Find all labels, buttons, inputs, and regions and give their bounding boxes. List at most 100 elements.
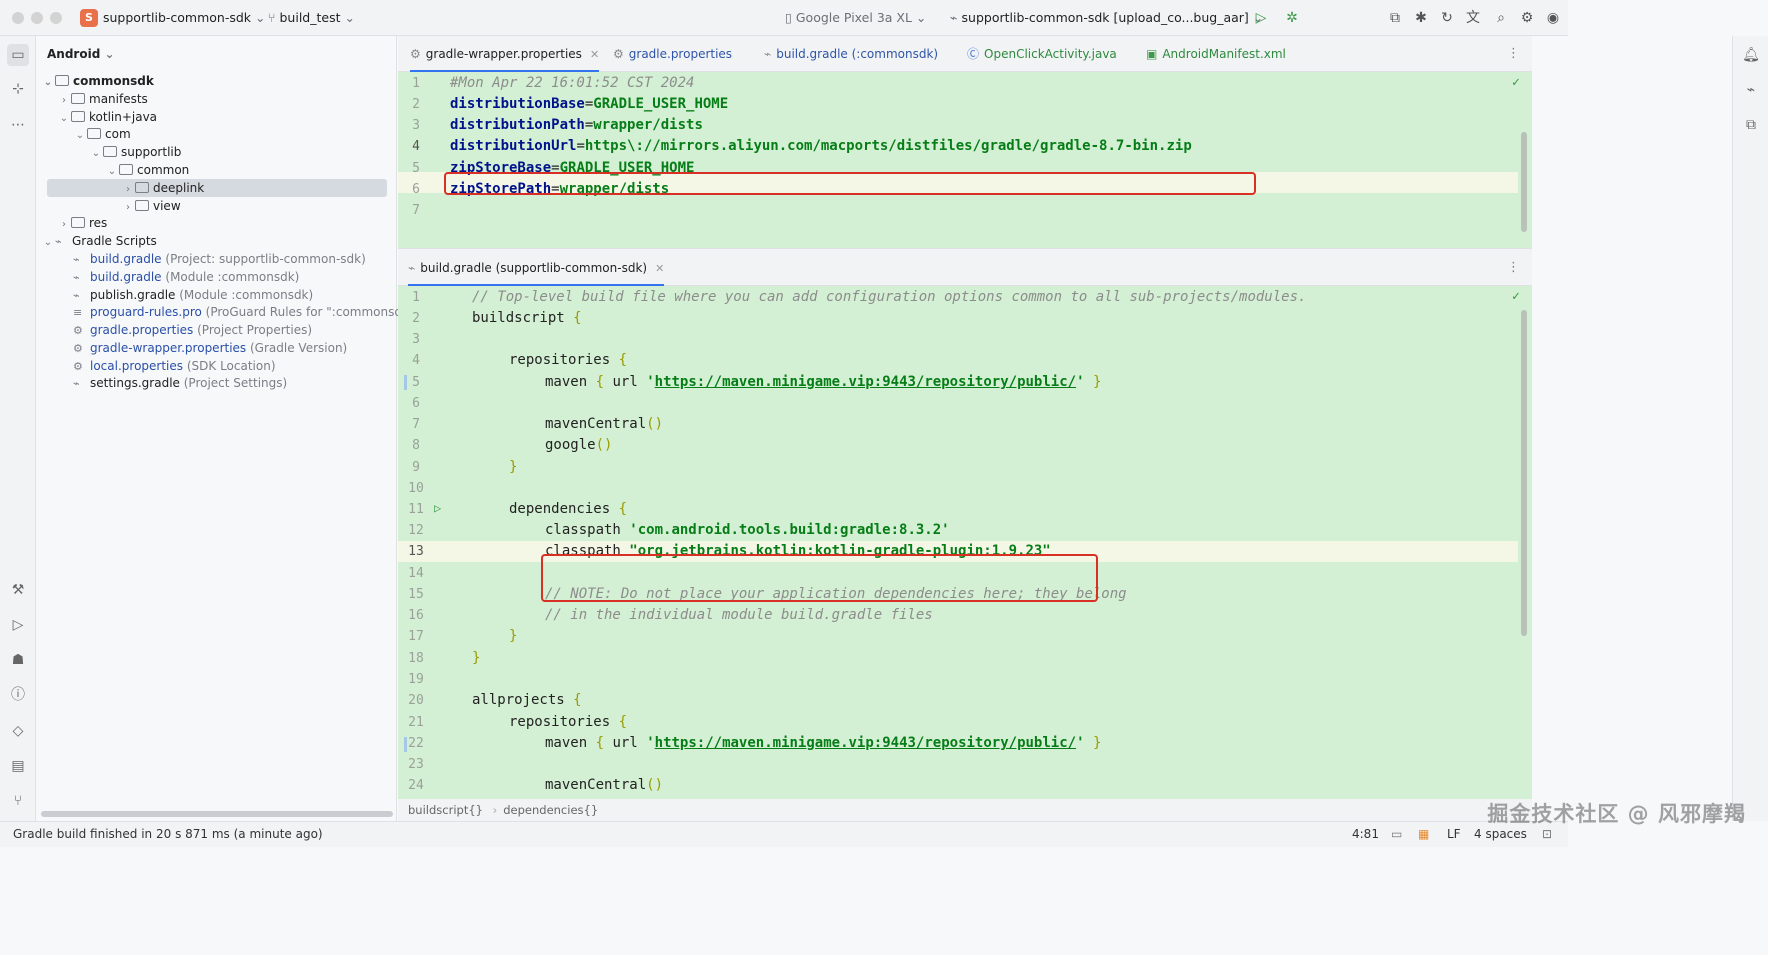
minimize-window-button[interactable]: [31, 12, 43, 24]
bug-icon[interactable]: ✱: [1412, 9, 1430, 27]
status-bar: Gradle build finished in 20 s 871 ms (a …: [0, 821, 1568, 847]
tree-label: build.gradle: [90, 270, 162, 284]
tab-gradle-wrapper-properties[interactable]: ⚙ gradle-wrapper.properties ✕: [410, 36, 600, 72]
sync-gradle-icon[interactable]: ↻: [1438, 9, 1456, 27]
tree-item-settings-gradle[interactable]: ⌁ settings.gradle (Project Settings): [73, 374, 287, 392]
line-number: 10: [408, 481, 424, 496]
breadcrumb-item[interactable]: buildscript{}: [408, 803, 483, 817]
tab-label: gradle.properties: [628, 47, 733, 61]
notifications-icon[interactable]: 🔔︎: [1740, 44, 1762, 66]
tree-item-kotlin-java[interactable]: ⌄ kotlin+java: [57, 108, 157, 126]
breadcrumb-item[interactable]: dependencies{}: [503, 803, 598, 817]
code-line: buildscript {: [472, 310, 582, 326]
gear-icon[interactable]: ⚙: [1518, 9, 1536, 27]
tree-item-supportlib[interactable]: ⌄ supportlib: [89, 143, 182, 161]
vertical-scrollbar[interactable]: [1521, 310, 1527, 636]
tab-androidmanifest[interactable]: ▣ AndroidManifest.xml: [1146, 36, 1286, 72]
text-file-icon: ≡: [73, 306, 83, 319]
tab-gradle-properties[interactable]: ⚙ gradle.properties: [613, 36, 732, 72]
tree-item-deeplink[interactable]: › deeplink: [121, 179, 204, 197]
code-line: // in the individual module build.gradle…: [398, 605, 1518, 626]
structure-icon[interactable]: ⊹: [7, 78, 29, 100]
module-folder-icon: [55, 75, 69, 86]
project-view-selector[interactable]: Android ⌄: [47, 47, 115, 61]
property-value: https\://mirrors.aliyun.com/macports/dis…: [584, 138, 1192, 154]
tab-openclickactivity[interactable]: Ⓒ OpenClickActivity.java: [967, 36, 1117, 72]
logcat-icon[interactable]: ☗: [7, 649, 29, 671]
tree-label: view: [153, 199, 181, 213]
device-explorer-icon[interactable]: ⧉: [1740, 114, 1762, 136]
tree-label: commonsdk: [73, 74, 154, 88]
run-panel-icon[interactable]: ▷: [7, 614, 29, 636]
tab-label: OpenClickActivity.java: [984, 47, 1117, 61]
close-window-button[interactable]: [12, 12, 24, 24]
tree-item-common[interactable]: ⌄ common: [105, 161, 189, 179]
project-switcher[interactable]: supportlib-common-sdk ⌄: [103, 10, 266, 25]
build-hammer-icon[interactable]: ⚒: [7, 579, 29, 601]
tree-item-gradle-properties[interactable]: ⚙ gradle.properties (Project Properties): [73, 321, 312, 339]
lock-icon[interactable]: ⊡: [1542, 827, 1552, 841]
code-link[interactable]: https://maven.minigame.vip:9443/reposito…: [655, 735, 1076, 751]
translate-icon[interactable]: 文: [1464, 9, 1482, 27]
property-key: distributionBase: [450, 96, 585, 112]
caret-position[interactable]: 4:81: [1352, 827, 1379, 841]
device-manager-icon[interactable]: ⧉: [1386, 9, 1404, 27]
indent-setting[interactable]: 4 spaces: [1474, 827, 1527, 841]
tree-item-com[interactable]: ⌄ com: [73, 125, 131, 143]
tree-item-local-properties[interactable]: ⚙ local.properties (SDK Location): [73, 357, 276, 375]
tree-item-commonsdk[interactable]: ⌄ commonsdk: [41, 72, 154, 90]
tree-item-proguard-rules[interactable]: ≡ proguard-rules.pro (ProGuard Rules for …: [73, 303, 419, 321]
code-line: mavenCentral(): [545, 416, 664, 432]
code-line: repositories {: [509, 352, 628, 368]
vertical-scrollbar[interactable]: [1521, 132, 1527, 232]
more-vertical-icon[interactable]: ⋮: [1507, 260, 1520, 275]
close-icon[interactable]: ✕: [590, 48, 599, 61]
tree-item-gradle-scripts[interactable]: ⌄ ⌁ Gradle Scripts: [41, 232, 157, 250]
tree-item-publish-gradle[interactable]: ⌁ publish.gradle (Module :commonsdk): [73, 286, 313, 304]
problems-icon[interactable]: ⓘ: [7, 684, 29, 706]
code-link[interactable]: https://maven.minigame.vip:9443/reposito…: [655, 374, 1076, 390]
gradle-panel-icon[interactable]: ⌁: [1740, 79, 1762, 101]
tab-build-gradle-commonsdk[interactable]: ⌁ build.gradle (:commonsdk): [764, 36, 938, 72]
tree-hint: (SDK Location): [186, 359, 276, 373]
zoom-window-button[interactable]: [50, 12, 62, 24]
tree-label: settings.gradle: [90, 376, 180, 390]
code-line: maven { url 'https://maven.minigame.vip:…: [545, 735, 1102, 751]
more-vertical-icon[interactable]: ⋮: [1507, 46, 1520, 61]
more-icon[interactable]: ⋯: [7, 114, 29, 136]
search-icon[interactable]: ⌕: [1492, 9, 1510, 27]
property-key: distributionUrl: [450, 138, 577, 154]
debug-icon[interactable]: ✲: [1283, 9, 1301, 27]
highlight-box-distribution-url: [444, 172, 1256, 195]
properties-file-icon: ⚙: [73, 324, 83, 337]
run-icon[interactable]: ▷: [1252, 9, 1270, 27]
tab-label: gradle-wrapper.properties: [425, 47, 582, 61]
message-icon[interactable]: ▭: [1391, 827, 1402, 841]
tree-item-res[interactable]: › res: [57, 214, 107, 232]
build-gradle-code[interactable]: ✓ ▷ 1 2 3 4 5 6 7 8 9 10 11 12 13 14 15 16 17 18 19 20 21 22 2…: [398, 286, 1532, 799]
terminal-icon[interactable]: ▤: [7, 755, 29, 777]
line-separator[interactable]: LF: [1447, 827, 1461, 841]
tree-item-build-gradle-module[interactable]: ⌁ build.gradle (Module :commonsdk): [73, 268, 299, 286]
tree-item-gradle-wrapper-properties[interactable]: ⚙ gradle-wrapper.properties (Gradle Versi…: [73, 339, 347, 357]
horizontal-scrollbar[interactable]: [41, 811, 393, 817]
gradle-file-icon: ⌁: [73, 377, 80, 390]
account-icon[interactable]: ◉: [1544, 9, 1562, 27]
editor-tab-bar: ⚙ gradle-wrapper.properties ✕ ⚙ gradle.prop…: [398, 36, 1532, 72]
line-number: 7: [412, 203, 420, 218]
version-control-icon[interactable]: ⑂: [7, 790, 29, 812]
code-line: 7: [398, 200, 1518, 221]
properties-file-icon: ⚙: [613, 47, 624, 61]
branch-switcher[interactable]: ⑂ build_test ⌄: [268, 10, 355, 25]
run-config-selector[interactable]: ⌁ supportlib-common-sdk [upload_co...bug…: [950, 10, 1263, 25]
tree-item-manifests[interactable]: › manifests: [57, 90, 148, 108]
project-folder-icon[interactable]: ▭: [7, 44, 29, 66]
gradle-wrapper-code[interactable]: ✓ 1 #Mon Apr 22 16:01:52 CST 2024 2 distri…: [398, 72, 1532, 248]
tab-build-gradle-project[interactable]: ⌁ build.gradle (supportlib-common-sdk) ✕: [408, 250, 665, 286]
close-icon[interactable]: ✕: [655, 262, 664, 275]
tree-item-build-gradle-project[interactable]: ⌁ build.gradle (Project: supportlib-commo…: [73, 250, 366, 268]
tree-item-view[interactable]: › view: [121, 197, 181, 215]
status-message[interactable]: Gradle build finished in 20 s 871 ms (a …: [13, 827, 323, 841]
app-quality-icon[interactable]: ◇: [7, 720, 29, 742]
device-selector[interactable]: ▯ Google Pixel 3a XL ⌄: [785, 10, 926, 25]
